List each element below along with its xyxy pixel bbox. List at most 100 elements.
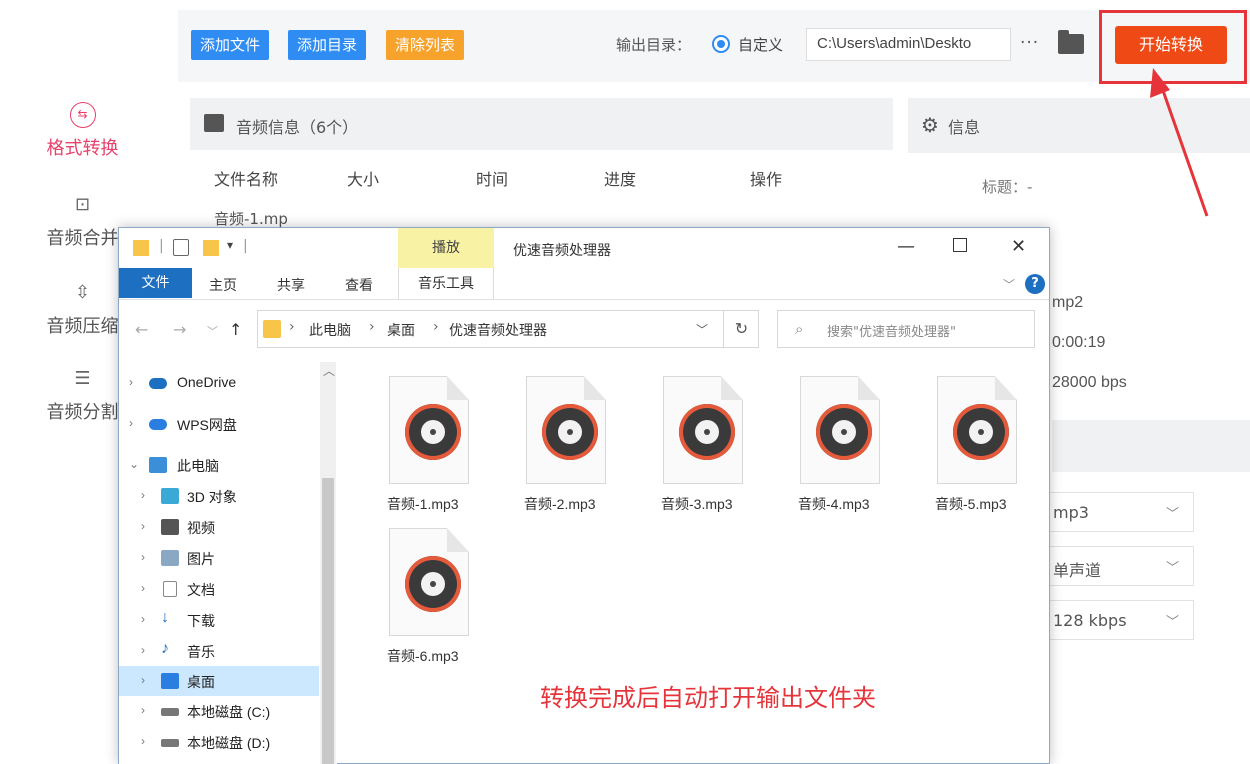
file-item[interactable]: 音频-3.mp3 [639,376,749,516]
tree-item-this-pc[interactable]: ⌄ 此电脑 [119,450,319,480]
add-file-button[interactable]: 添加文件 [191,30,270,60]
close-icon[interactable]: ✕ [1011,236,1026,257]
document-icon [163,581,177,597]
recent-dropdown-icon[interactable]: ﹀ [207,323,218,339]
chevron-down-icon[interactable]: ﹀ [696,321,708,338]
refresh-icon[interactable]: ↻ [723,310,759,348]
quick-access-dropdown-icon[interactable]: ▾ [227,238,233,252]
breadcrumb-this-pc[interactable]: 此电脑 [309,320,351,340]
start-convert-button[interactable]: 开始转换 [1115,26,1227,64]
custom-output-radio[interactable] [712,35,730,53]
tab-share[interactable]: 共享 [277,275,305,295]
more-icon[interactable]: ··· [1020,33,1039,53]
maximize-icon[interactable] [953,238,967,252]
drive-icon [161,708,179,716]
tree-label: 本地磁盘 (D:) [187,735,271,751]
tree-item-pictures[interactable]: › 图片 [119,543,319,573]
chevron-right-icon[interactable]: › [141,612,145,626]
output-path-field[interactable]: C:\Users\admin\Deskto [806,28,1011,61]
search-icon: ⌕ [795,320,804,338]
music-disc-icon [816,404,872,460]
bitrate-select[interactable]: 128 kbps ﹀ [1048,600,1194,640]
chevron-right-icon[interactable]: › [141,643,145,657]
table-row-name: 音频-1.mp [214,210,288,228]
tab-view[interactable]: 查看 [345,275,373,295]
add-directory-button[interactable]: 添加目录 [288,30,367,60]
split-icon: ☰ [74,368,91,389]
merge-icon: ⊡ [74,194,91,215]
chevron-right-icon[interactable]: › [141,703,145,717]
tree-item-music[interactable]: › ♪ 音乐 [119,636,319,666]
breadcrumb-current[interactable]: 优速音频处理器 [449,320,547,340]
chevron-down-icon: ﹀ [1165,507,1179,522]
3d-objects-icon [161,488,179,504]
up-icon[interactable]: ↑ [229,320,242,339]
music-disc-icon [953,404,1009,460]
nav-format-convert[interactable]: ⇆ 格式转换 [0,102,165,160]
folder-icon [133,240,149,256]
open-folder-icon[interactable] [1058,30,1084,54]
drive-icon [161,739,179,747]
chevron-right-icon[interactable]: › [141,488,145,502]
music-icon: ♪ [161,640,169,657]
chevron-right-icon[interactable]: › [141,519,145,533]
forward-icon[interactable]: → [173,320,186,339]
music-disc-icon [542,404,598,460]
help-icon[interactable]: ? [1025,274,1045,294]
file-item[interactable]: 音频-6.mp3 [365,528,475,668]
tab-file[interactable]: 文件 [119,268,192,298]
chevron-right-icon[interactable]: › [141,581,145,595]
tree-item-wps-drive[interactable]: › WPS网盘 [119,409,319,439]
file-name: 音频-3.mp3 [661,496,733,512]
music-disc-icon [679,404,735,460]
back-icon[interactable]: ← [135,320,148,339]
tree-item-videos[interactable]: › 视频 [119,512,319,542]
chevron-right-icon[interactable]: › [129,416,133,430]
column-header-progress: 进度 [604,170,637,189]
info-title-label: 标题：- [982,178,1033,196]
tree-item-drive-c[interactable]: › 本地磁盘 (C:) [119,696,319,726]
tree-item-desktop[interactable]: › 桌面 [119,666,319,696]
breadcrumb-desktop[interactable]: 桌面 [387,320,415,340]
tree-label: 本地磁盘 (C:) [187,704,271,720]
file-item[interactable]: 音频-2.mp3 [502,376,612,516]
scroll-up-icon[interactable]: ︿ [323,362,335,379]
file-item[interactable]: 音频-1.mp3 [365,376,475,516]
clear-list-button[interactable]: 清除列表 [386,30,465,60]
properties-icon[interactable] [173,239,189,256]
minimize-icon[interactable]: — [897,236,915,257]
chevron-down-icon: ﹀ [1165,615,1179,630]
new-folder-icon[interactable] [203,240,219,256]
ribbon-expand-icon[interactable]: ﹀ [1003,276,1015,293]
play-context-tab[interactable]: 播放 [398,228,494,268]
tree-label: OneDrive [177,374,237,390]
chevron-right-icon[interactable]: › [141,550,145,564]
chevron-down-icon[interactable]: ⌄ [129,457,139,471]
separator: | [159,238,164,254]
column-header-time: 时间 [476,170,509,189]
folder-icon [263,320,281,338]
page-fold [447,528,469,552]
tree-item-3d-objects[interactable]: › 3D 对象 [119,481,319,511]
tree-item-downloads[interactable]: › ↓ 下载 [119,605,319,635]
pictures-icon [161,550,179,566]
tree-item-onedrive[interactable]: › OneDrive [119,368,319,398]
format-select[interactable]: mp3 ﹀ [1048,492,1194,532]
video-icon [161,519,179,535]
tab-home[interactable]: 主页 [209,275,237,295]
chevron-right-icon[interactable]: › [141,734,145,748]
chevron-right-icon[interactable]: › [141,673,145,687]
file-item[interactable]: 音频-5.mp3 [913,376,1023,516]
tab-music-tools[interactable]: 音乐工具 [398,268,494,300]
channel-select[interactable]: 单声道 ﹀ [1048,546,1194,586]
tree-item-drive-d[interactable]: › 本地磁盘 (D:) [119,727,319,757]
image-icon [204,114,224,132]
scrollbar-thumb[interactable] [322,478,334,764]
window-title: 优速音频处理器 [513,243,611,259]
chevron-right-icon[interactable]: › [129,375,133,389]
tree-item-documents[interactable]: › 文档 [119,574,319,604]
column-header-name: 文件名称 [214,170,279,189]
tree-label: 视频 [187,520,215,536]
file-item[interactable]: 音频-4.mp3 [776,376,886,516]
convert-icon: ⇆ [69,102,96,128]
